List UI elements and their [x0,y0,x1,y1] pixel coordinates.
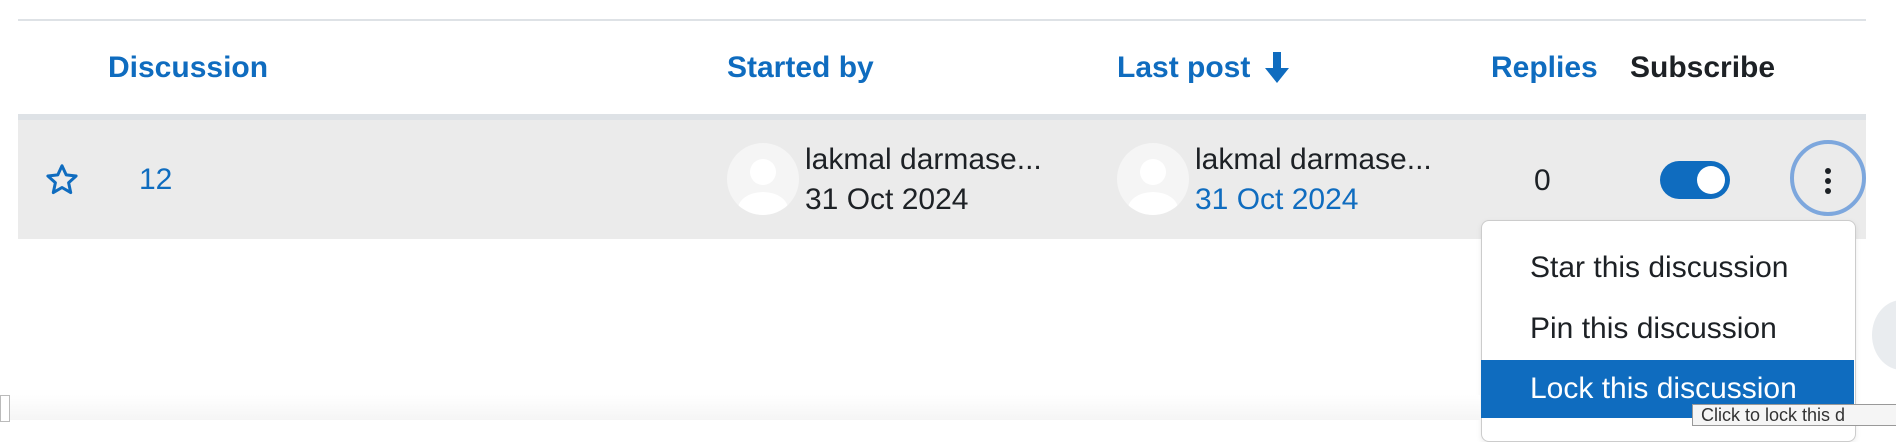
toggle-knob [1697,166,1725,194]
more-actions-button[interactable] [1790,140,1866,216]
footer-shade [0,395,1480,420]
last-post-name[interactable]: lakmal darmase... [1195,141,1432,179]
replies-count: 0 [1534,164,1551,197]
tooltip: Click to lock this d [1692,404,1896,426]
subscribe-toggle[interactable] [1660,161,1730,199]
kebab-dot-icon [1825,178,1831,184]
header-replies[interactable]: Replies [1491,48,1598,88]
avatar [1117,143,1189,215]
arrow-down-icon[interactable] [1262,50,1292,86]
started-by-name[interactable]: lakmal darmase... [805,141,1042,179]
kebab-dot-icon [1825,168,1831,174]
header-subscribe: Subscribe [1630,51,1776,84]
scroll-button[interactable] [1872,300,1896,370]
discussion-link[interactable]: 12 [139,162,172,198]
header-last-post[interactable]: Last post [1117,48,1250,88]
header-discussion[interactable]: Discussion [108,48,268,88]
table-top-border [18,19,1866,21]
started-by-date: 31 Oct 2024 [805,183,969,216]
menu-item-pin[interactable]: Pin this discussion [1481,300,1854,358]
header-started-by[interactable]: Started by [727,48,874,88]
kebab-dot-icon [1825,188,1831,194]
star-icon[interactable] [44,162,80,198]
avatar [727,143,799,215]
menu-item-star[interactable]: Star this discussion [1481,239,1854,297]
last-post-date-link[interactable]: 31 Oct 2024 [1195,181,1358,219]
edge-handle [0,395,10,422]
